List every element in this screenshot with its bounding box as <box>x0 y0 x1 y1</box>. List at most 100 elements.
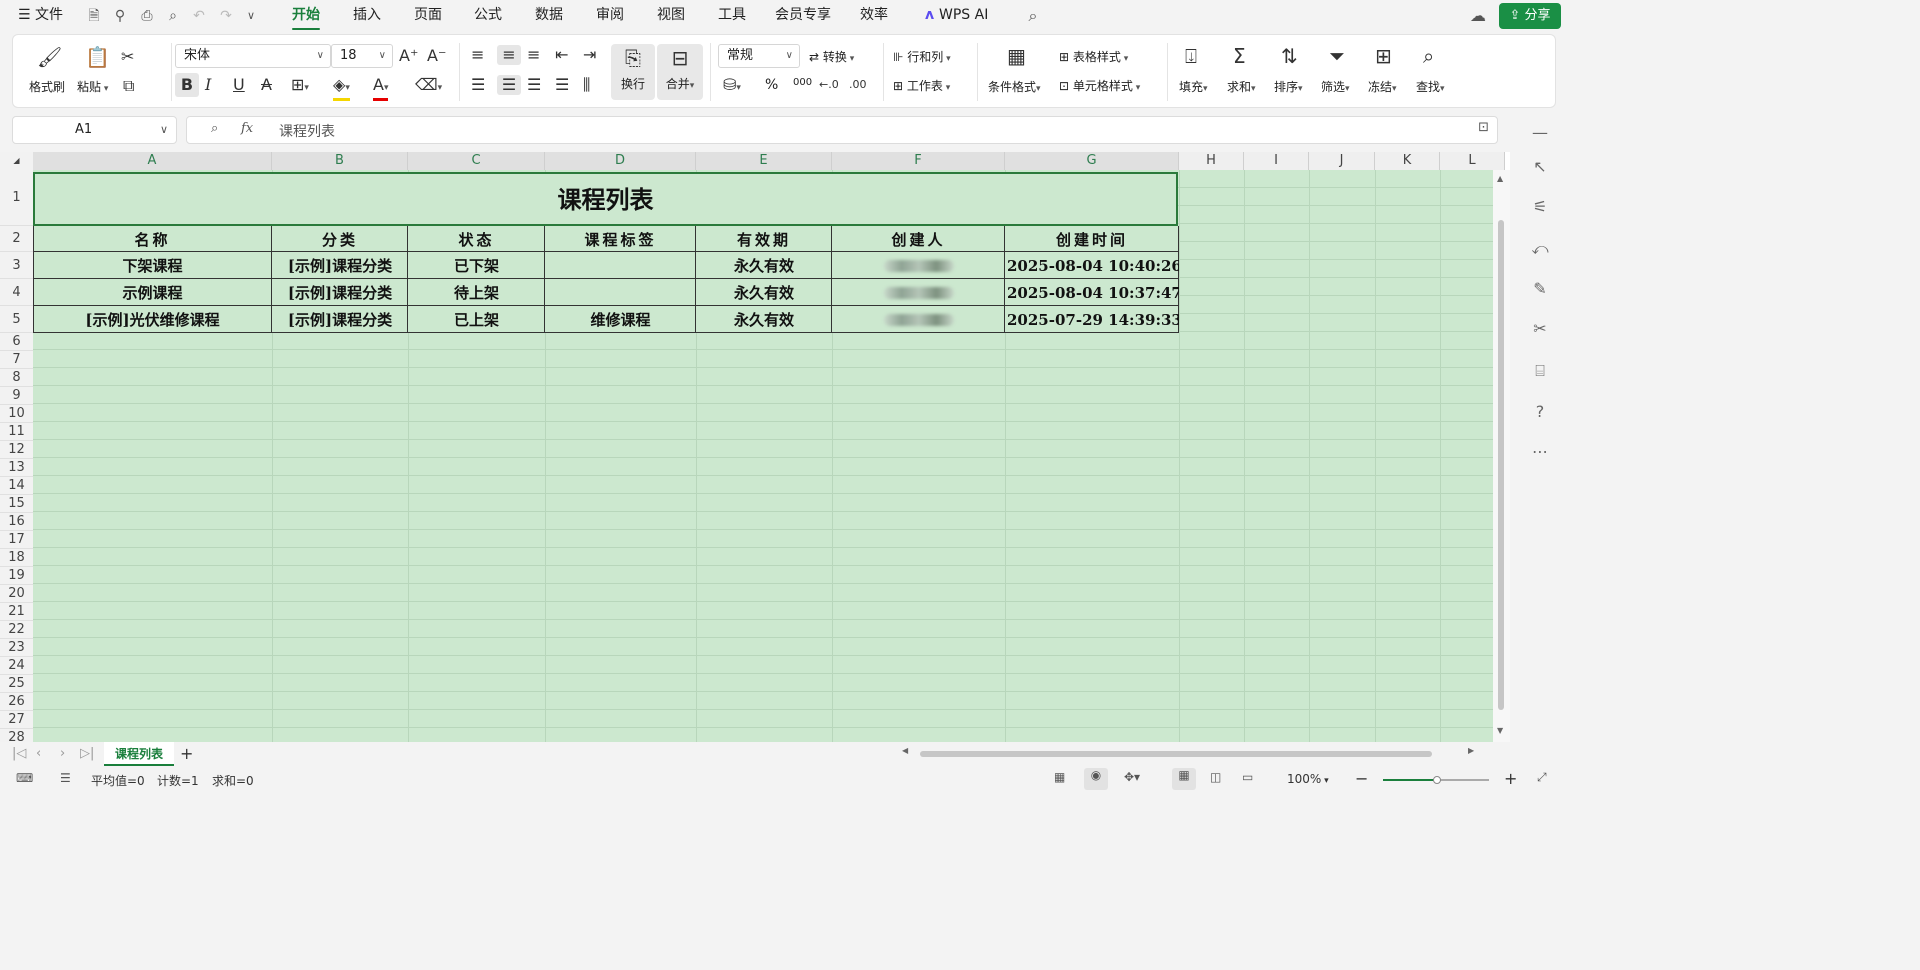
underline-icon[interactable]: U <box>233 75 245 95</box>
horizontal-scrollbar[interactable]: ◀ ▶ <box>900 746 1480 759</box>
borders-icon[interactable]: ⊞▾ <box>291 75 309 98</box>
find-button[interactable]: 查找▾ <box>1416 78 1445 95</box>
cell-style-button[interactable]: ⊡ 单元格样式 ▾ <box>1059 77 1140 94</box>
row-header-18[interactable]: 18 <box>0 549 33 567</box>
expand-formula-icon[interactable]: ⊡ <box>1478 120 1489 135</box>
prev-sheet-icon[interactable]: ‹ <box>36 746 41 761</box>
table-cell[interactable] <box>545 252 696 279</box>
vertical-scrollbar[interactable]: ▲ ▼ <box>1493 170 1510 742</box>
conditional-format-icon[interactable]: ▦ <box>1007 46 1026 66</box>
format-painter-button[interactable]: 格式刷 <box>29 78 65 95</box>
row-header-7[interactable]: 7 <box>0 351 33 369</box>
column-header-k[interactable]: K <box>1375 152 1440 170</box>
tab-review[interactable]: 审阅 <box>596 0 624 32</box>
tab-member[interactable]: 会员专享 <box>775 0 831 32</box>
tab-home[interactable]: 开始 <box>292 0 320 32</box>
align-middle-icon[interactable]: ≡ <box>497 45 521 65</box>
row-header-27[interactable]: 27 <box>0 711 33 729</box>
name-box[interactable]: A1 ∨ <box>12 116 177 144</box>
share-button[interactable]: ⇪ 分享 <box>1499 3 1561 29</box>
tools-icon[interactable]: ✂ <box>1529 318 1551 340</box>
row-header-5[interactable]: 5 <box>0 306 33 333</box>
clear-format-icon[interactable]: ⌫▾ <box>415 75 442 98</box>
font-color-icon[interactable]: A▾ <box>373 75 389 101</box>
sheet-info-icon[interactable]: ☰ <box>60 771 71 785</box>
font-name-select[interactable]: 宋体 ∨ <box>175 44 331 68</box>
row-header-12[interactable]: 12 <box>0 441 33 459</box>
redo-icon[interactable]: ↷ <box>216 6 236 26</box>
percent-button[interactable]: % <box>765 77 778 93</box>
row-header-10[interactable]: 10 <box>0 405 33 423</box>
print-preview-icon[interactable]: ⌕ <box>163 6 183 26</box>
decrease-indent-icon[interactable]: ⇤ <box>555 45 568 65</box>
table-view-icon[interactable]: ▦ <box>1054 770 1065 784</box>
justify-icon[interactable]: ☰ <box>555 75 569 95</box>
fx-button[interactable]: fx <box>241 121 253 136</box>
cloud-sync-icon[interactable]: ☁ <box>1468 6 1488 26</box>
fullscreen-icon[interactable]: ⤢ <box>1537 770 1547 785</box>
align-left-icon[interactable]: ☰ <box>471 75 485 95</box>
tab-tools[interactable]: 工具 <box>718 0 746 32</box>
file-menu[interactable]: ☰ 文件 <box>18 0 63 32</box>
decrease-font-icon[interactable]: A⁻ <box>427 46 446 66</box>
rows-cols-button[interactable]: ⊪ 行和列 ▾ <box>893 48 951 65</box>
paste-button[interactable]: 粘贴 ▾ <box>77 78 108 95</box>
conditional-format-button[interactable]: 条件格式▾ <box>988 78 1041 95</box>
zoom-formula-icon[interactable]: ⌕ <box>211 121 218 136</box>
column-header-f[interactable]: F <box>832 152 1005 170</box>
row-header-15[interactable]: 15 <box>0 495 33 513</box>
row-header-1[interactable]: 1 <box>0 170 33 226</box>
row-header-13[interactable]: 13 <box>0 459 33 477</box>
row-header-22[interactable]: 22 <box>0 621 33 639</box>
align-right-icon[interactable]: ☰ <box>527 75 541 95</box>
table-cell[interactable] <box>545 279 696 306</box>
zoom-out-icon[interactable]: − <box>1355 769 1368 788</box>
sum-button[interactable]: 求和▾ <box>1227 78 1256 95</box>
tab-insert[interactable]: 插入 <box>353 0 381 32</box>
export-icon[interactable]: ⚲ <box>110 6 130 26</box>
wps-ai-button[interactable]: ᴧ WPS AI <box>925 0 988 32</box>
currency-icon[interactable]: ⛁▾ <box>723 75 741 98</box>
tab-view[interactable]: 视图 <box>657 0 685 32</box>
scroll-up-icon[interactable]: ▲ <box>1497 174 1503 183</box>
column-header-a[interactable]: A <box>33 152 272 170</box>
column-header-b[interactable]: B <box>272 152 408 170</box>
customize-chevron-icon[interactable]: ∨ <box>241 6 261 26</box>
filter-icon[interactable]: ⏷ <box>1329 46 1345 66</box>
page-layout-icon[interactable]: ◫ <box>1210 770 1221 784</box>
add-sheet-button[interactable]: + <box>180 744 193 763</box>
macro-icon[interactable]: ⌨ <box>16 771 33 785</box>
worksheet-button[interactable]: ⊞ 工作表 ▾ <box>893 77 950 94</box>
sheet-tab-active[interactable]: 课程列表 <box>104 742 174 766</box>
zoom-slider-thumb[interactable] <box>1433 776 1441 784</box>
column-header-c[interactable]: C <box>408 152 545 170</box>
select-all-corner[interactable]: ◢ <box>0 152 33 170</box>
copy-icon[interactable]: ⧉ <box>123 76 134 96</box>
freeze-icon[interactable]: ⊞ <box>1375 46 1392 66</box>
row-header-21[interactable]: 21 <box>0 603 33 621</box>
last-sheet-icon[interactable]: ▷| <box>80 746 94 761</box>
adjust-icon[interactable]: ⚟ <box>1529 196 1551 218</box>
increase-indent-icon[interactable]: ⇥ <box>583 45 596 65</box>
increase-decimal-icon[interactable]: ←.0 <box>819 75 839 95</box>
decrease-decimal-icon[interactable]: .00 <box>849 75 867 95</box>
distribute-icon[interactable]: ⫼ <box>583 75 590 95</box>
tab-data[interactable]: 数据 <box>535 0 563 32</box>
column-header-e[interactable]: E <box>696 152 832 170</box>
pointer-icon[interactable]: ↖ <box>1529 156 1551 178</box>
sort-icon[interactable]: ⇅ <box>1281 46 1298 66</box>
row-header-16[interactable]: 16 <box>0 513 33 531</box>
freeze-button[interactable]: 冻结▾ <box>1368 78 1397 95</box>
column-header-j[interactable]: J <box>1309 152 1375 170</box>
cut-icon[interactable]: ✂ <box>121 47 134 67</box>
row-header-28[interactable]: 28 <box>0 729 33 742</box>
focus-icon[interactable]: ✥▾ <box>1124 770 1140 784</box>
read-icon[interactable]: ⌸ <box>1529 360 1551 382</box>
next-sheet-icon[interactable]: › <box>60 746 65 761</box>
align-bottom-icon[interactable]: ≡ <box>527 45 540 65</box>
increase-font-icon[interactable]: A⁺ <box>399 46 418 66</box>
row-header-11[interactable]: 11 <box>0 423 33 441</box>
fill-icon[interactable]: ⍗ <box>1185 46 1197 66</box>
column-header-h[interactable]: H <box>1179 152 1244 170</box>
zoom-slider[interactable] <box>1383 776 1489 784</box>
